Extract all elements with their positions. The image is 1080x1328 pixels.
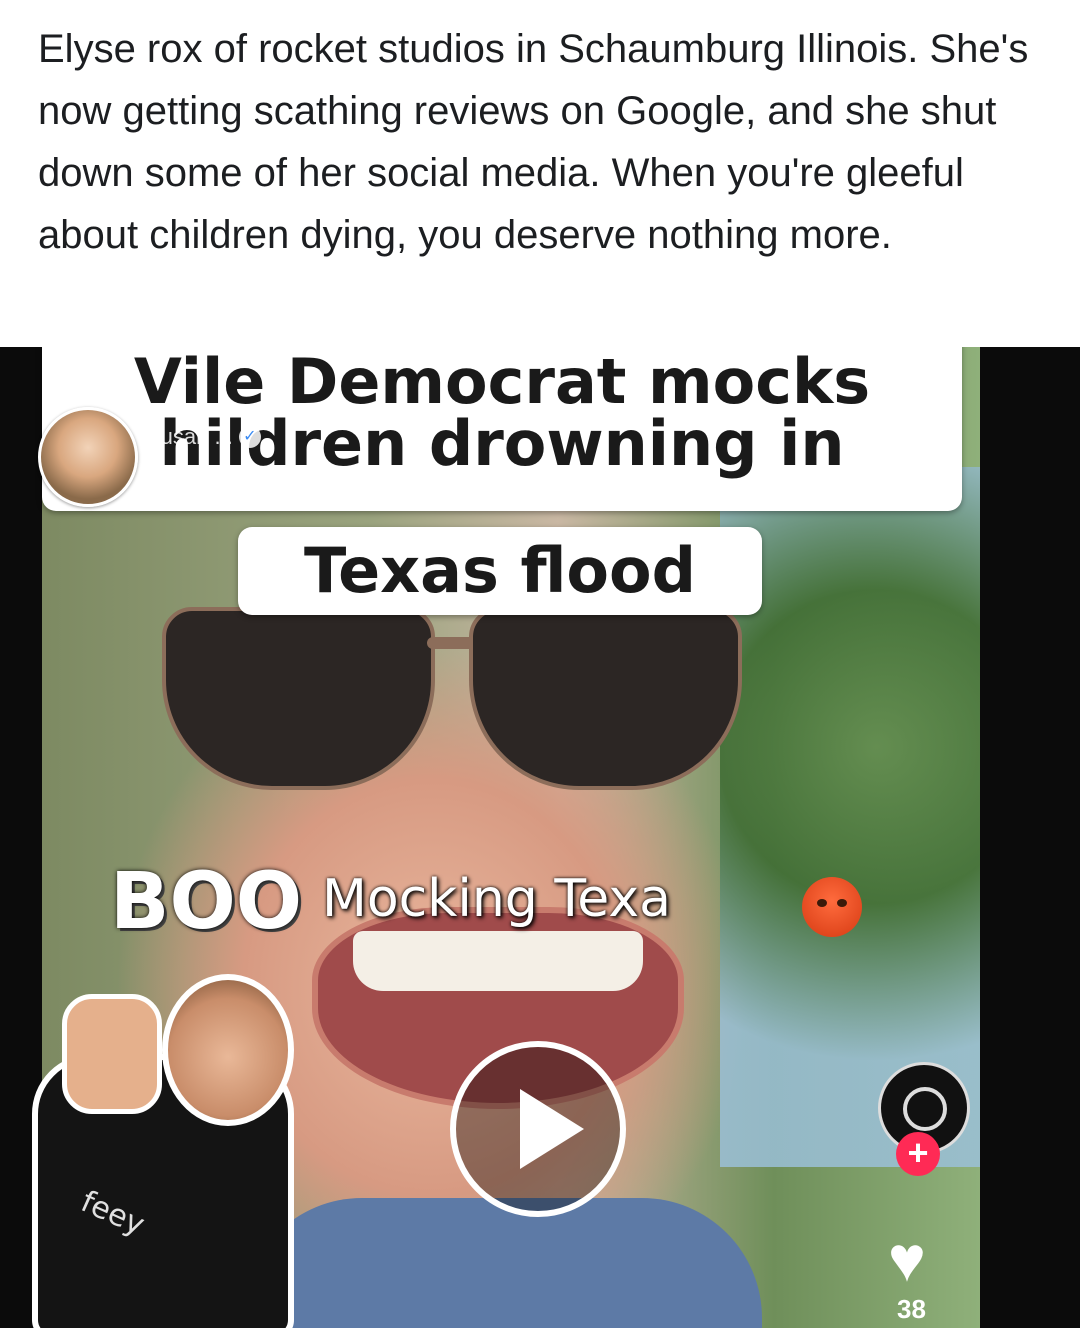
- sunglasses: [162, 607, 742, 790]
- teeth: [353, 931, 643, 991]
- caption-line-1: Vile Democrat mocks: [133, 347, 871, 418]
- heart-icon[interactable]: ♥: [888, 1227, 926, 1291]
- post-text: Elyse rox of rocket studios in Schaumbur…: [38, 27, 1029, 257]
- right-lens: [469, 607, 742, 790]
- video-player[interactable]: Vile Democrat mocks hildren drowning in …: [0, 347, 1080, 1328]
- video-caption-bottom: Texas flood: [238, 527, 762, 615]
- thumbs-down-icon: [62, 994, 162, 1114]
- boo-text: BOO: [110, 857, 303, 947]
- verified-badge-icon: ✓: [238, 426, 261, 448]
- uploader-row[interactable]: Susan ... ✓: [38, 407, 261, 507]
- play-button[interactable]: [450, 1041, 626, 1217]
- sticker-face: [162, 974, 294, 1126]
- video-overlay-text: Mocking Texa: [322, 869, 671, 929]
- uploader-name-text: Susan ...: [146, 424, 233, 449]
- like-count: 38: [897, 1294, 926, 1324]
- shirt: [242, 1198, 762, 1328]
- avatar[interactable]: [38, 407, 138, 507]
- left-lens: [162, 607, 435, 790]
- follow-plus-icon[interactable]: +: [896, 1132, 940, 1176]
- thumbs-down-sticker: feey: [22, 974, 294, 1328]
- uploader-name[interactable]: Susan ... ✓: [146, 424, 261, 450]
- angry-face-icon: [802, 877, 862, 937]
